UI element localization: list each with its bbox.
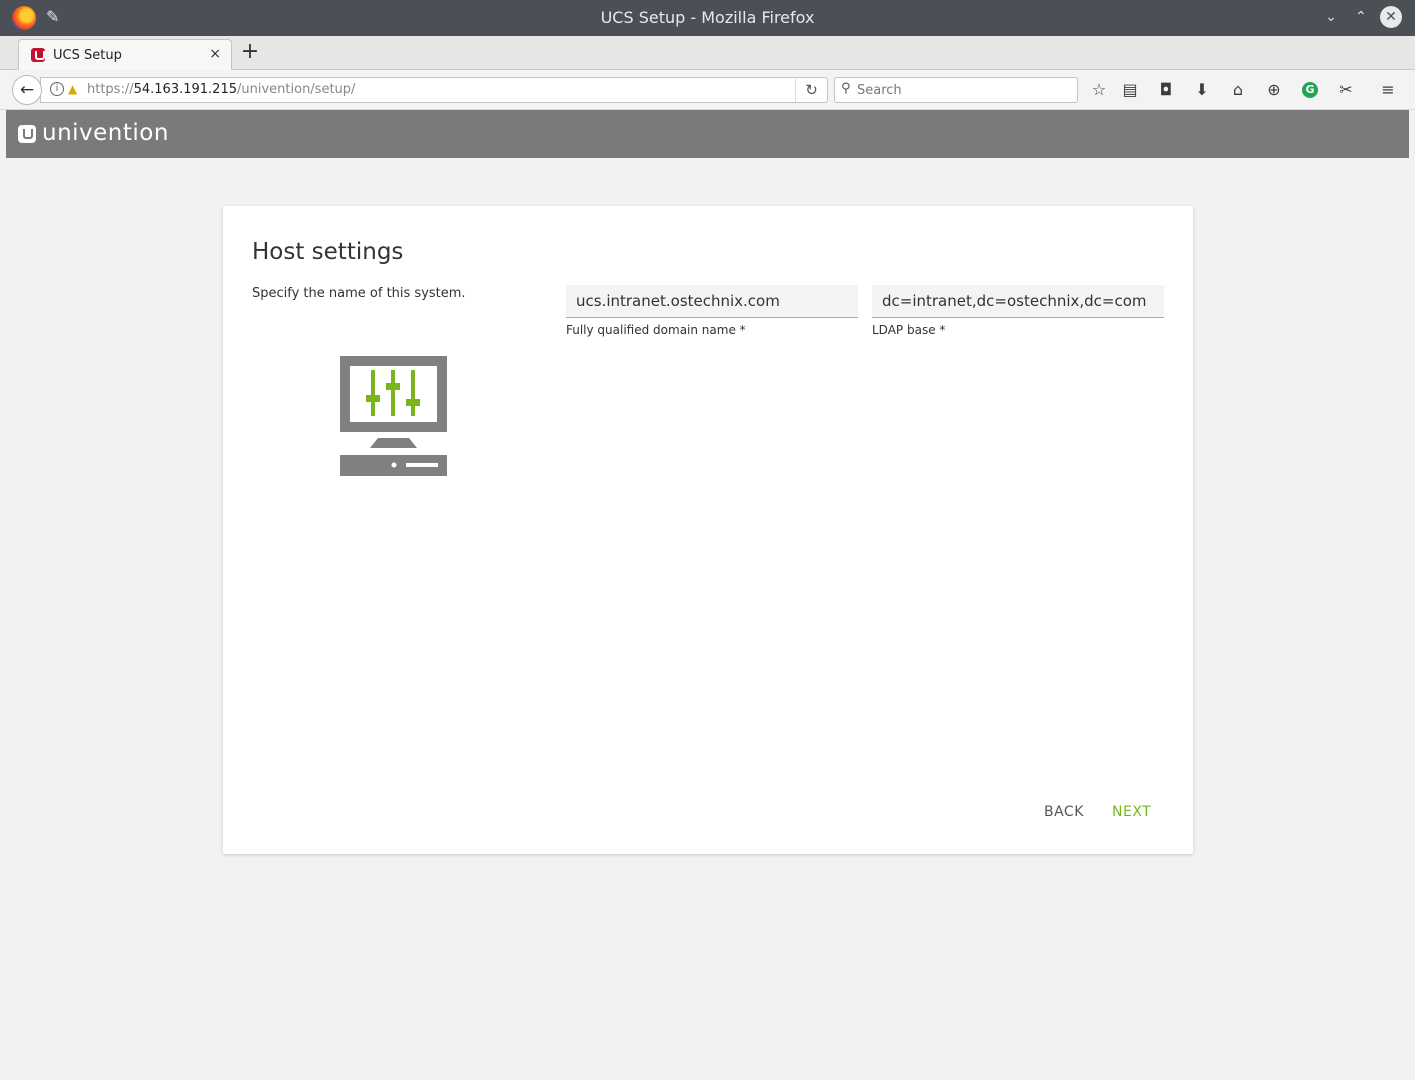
maximize-button[interactable]: ⌃ bbox=[1350, 6, 1372, 28]
ldap-base-field: LDAP base * bbox=[872, 285, 1164, 337]
tab-label: UCS Setup bbox=[53, 48, 122, 63]
url-host: 54.163.191.215 bbox=[133, 82, 237, 97]
next-button[interactable]: NEXT bbox=[1112, 804, 1151, 820]
navigation-bar: i ▲ https://54.163.191.215/univention/se… bbox=[0, 70, 1415, 110]
url-scheme: https:// bbox=[87, 82, 134, 97]
ldap-base-input[interactable] bbox=[872, 285, 1164, 318]
window-title: UCS Setup - Mozilla Firefox bbox=[600, 8, 815, 27]
pocket-icon[interactable]: ◘ bbox=[1155, 79, 1177, 101]
new-tab-button[interactable]: + bbox=[240, 40, 260, 64]
grammarly-icon[interactable]: G bbox=[1302, 82, 1318, 98]
back-button-setup[interactable]: BACK bbox=[1044, 804, 1084, 820]
extension-icon[interactable]: ⊕ bbox=[1263, 79, 1285, 101]
search-icon: ⚲ bbox=[841, 81, 851, 96]
reading-list-icon[interactable]: ▤ bbox=[1119, 79, 1141, 101]
warning-icon[interactable]: ▲ bbox=[68, 82, 77, 96]
url-path: /univention/setup/ bbox=[237, 82, 356, 97]
tab-strip: UCS Setup × + bbox=[0, 36, 1415, 70]
univention-header: univention bbox=[6, 110, 1409, 158]
info-icon[interactable]: i bbox=[50, 82, 64, 96]
tab-ucs-setup[interactable]: UCS Setup × bbox=[18, 39, 232, 70]
fqdn-input[interactable] bbox=[566, 285, 858, 318]
url-bar[interactable]: i ▲ https://54.163.191.215/univention/se… bbox=[40, 77, 828, 103]
close-tab-icon[interactable]: × bbox=[209, 46, 221, 62]
window-titlebar: ✎ UCS Setup - Mozilla Firefox ⌄ ⌃ ✕ bbox=[0, 0, 1415, 36]
univention-logo-icon bbox=[18, 125, 36, 143]
home-icon[interactable]: ⌂ bbox=[1227, 79, 1249, 101]
back-button[interactable]: ← bbox=[12, 75, 42, 105]
url-text[interactable]: https://54.163.191.215/univention/setup/ bbox=[87, 82, 355, 97]
reload-icon[interactable]: ↻ bbox=[795, 78, 827, 102]
univention-favicon-icon bbox=[31, 48, 45, 62]
fqdn-label: Fully qualified domain name * bbox=[566, 323, 746, 337]
download-icon[interactable]: ⬇ bbox=[1191, 79, 1213, 101]
setup-card: Host settings Specify the name of this s… bbox=[223, 206, 1193, 854]
search-bar[interactable]: ⚲ bbox=[834, 77, 1078, 103]
settings-extension-icon[interactable]: ✂ bbox=[1335, 79, 1357, 101]
search-input[interactable] bbox=[857, 80, 1071, 100]
page-description: Specify the name of this system. bbox=[252, 286, 466, 301]
minimize-button[interactable]: ⌄ bbox=[1320, 6, 1342, 28]
close-window-button[interactable]: ✕ bbox=[1380, 6, 1402, 28]
host-settings-illustration-icon bbox=[340, 356, 447, 476]
brand-name: univention bbox=[42, 120, 169, 146]
page-title: Host settings bbox=[252, 239, 404, 265]
fqdn-field: Fully qualified domain name * bbox=[566, 285, 858, 337]
menu-icon[interactable]: ≡ bbox=[1377, 79, 1399, 101]
star-icon[interactable]: ☆ bbox=[1088, 79, 1110, 101]
ldap-base-label: LDAP base * bbox=[872, 323, 946, 337]
